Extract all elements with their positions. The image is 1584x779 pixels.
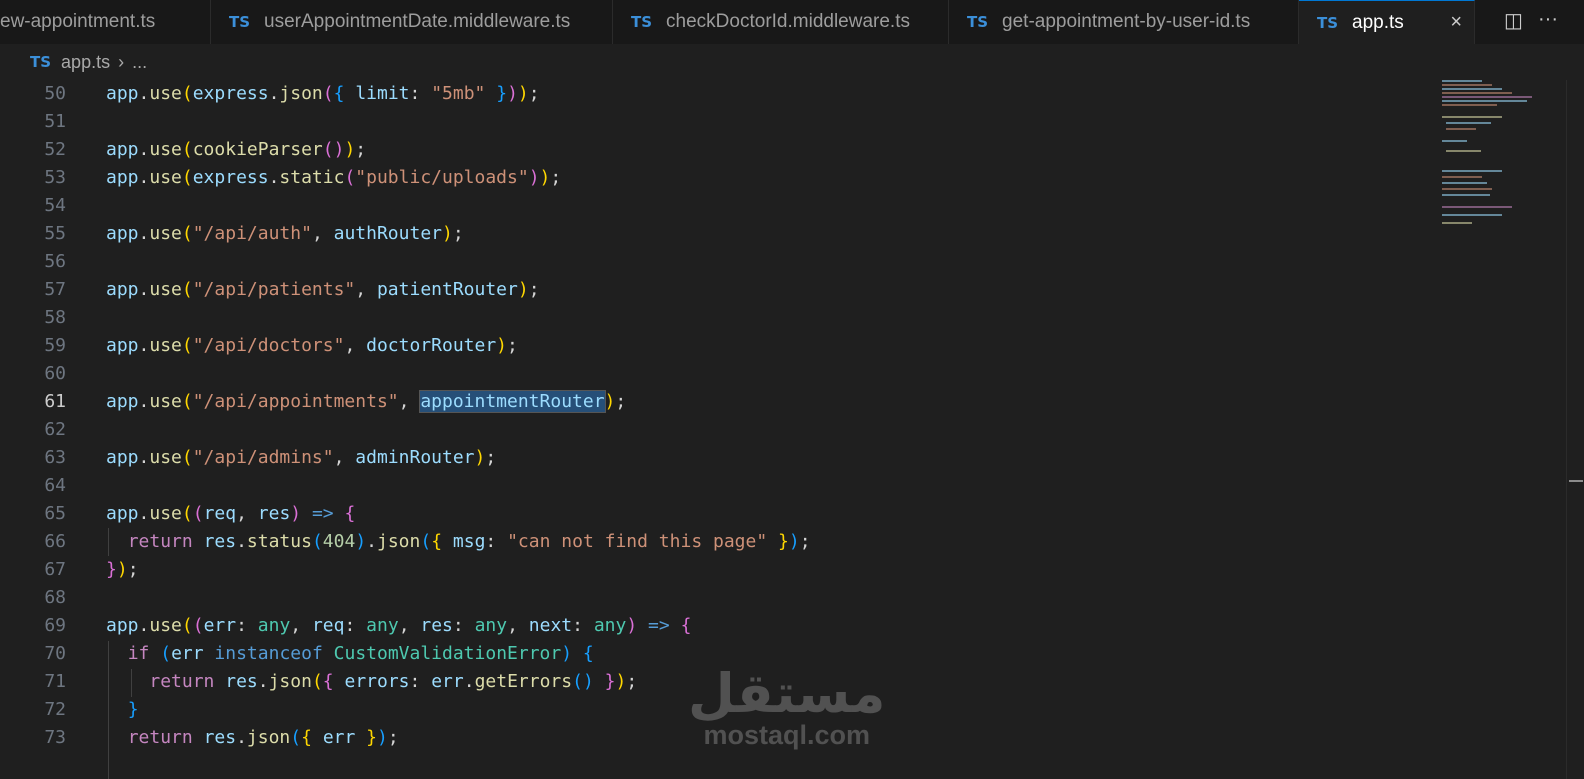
- minimap[interactable]: [1436, 80, 1546, 240]
- line-number: 64: [44, 475, 66, 496]
- typescript-file-icon: TS: [631, 13, 653, 31]
- code-text: app.use("/api/doctors", doctorRouter);: [106, 335, 518, 356]
- tab-app-ts[interactable]: TS app.ts ×: [1299, 0, 1475, 44]
- code-text: app.use("/api/admins", adminRouter);: [106, 447, 497, 468]
- tab-new-appointment[interactable]: ew-appointment.ts: [0, 0, 211, 44]
- code-text: app.use("/api/patients", patientRouter);: [106, 279, 540, 300]
- code-text: });: [106, 559, 139, 580]
- watermark-logo: مستقل mostaql.com: [688, 662, 886, 751]
- close-icon[interactable]: ×: [1450, 11, 1474, 34]
- code-line: 69 app.use((err: any, req: any, res: any…: [0, 612, 1440, 640]
- breadcrumb-file[interactable]: app.ts: [61, 52, 110, 73]
- code-line: 58: [0, 304, 1440, 332]
- vertical-scrollbar[interactable]: [1566, 80, 1584, 779]
- tab-label: userAppointmentDate.middleware.ts: [264, 11, 571, 32]
- code-line: 57 app.use("/api/patients", patientRoute…: [0, 276, 1440, 304]
- code-text: app.use("/api/appointments", appointment…: [106, 390, 627, 413]
- watermark-arabic: مستقل: [688, 662, 886, 725]
- line-number: 65: [44, 503, 66, 524]
- line-number: 67: [44, 559, 66, 580]
- line-number: 52: [44, 139, 66, 160]
- line-number: 55: [44, 223, 66, 244]
- typescript-file-icon: TS: [1317, 13, 1339, 32]
- line-number: 50: [44, 83, 66, 104]
- watermark-latin: mostaql.com: [703, 720, 871, 750]
- code-line: 66 return res.status(404).json({ msg: "c…: [0, 528, 1440, 556]
- split-editor-icon[interactable]: ◫: [1504, 8, 1523, 33]
- code-line: 55 app.use("/api/auth", authRouter);: [0, 220, 1440, 248]
- code-line: 52 app.use(cookieParser());: [0, 136, 1440, 164]
- code-line: 64: [0, 472, 1440, 500]
- code-text: return res.json({ errors: err.getErrors(…: [149, 671, 638, 692]
- code-line: 53 app.use(express.static("public/upload…: [0, 164, 1440, 192]
- typescript-file-icon: TS: [967, 13, 989, 31]
- selected-identifier: appointmentRouter: [419, 390, 606, 413]
- line-number: 71: [44, 671, 66, 692]
- line-number: 73: [44, 727, 66, 748]
- line-number: 57: [44, 279, 66, 300]
- code-line: 59 app.use("/api/doctors", doctorRouter)…: [0, 332, 1440, 360]
- line-number: 54: [44, 195, 66, 216]
- code-line: 63 app.use("/api/admins", adminRouter);: [0, 444, 1440, 472]
- breadcrumb-more[interactable]: ...: [132, 52, 147, 73]
- code-line: 56: [0, 248, 1440, 276]
- line-number: 61: [44, 391, 66, 412]
- line-number: 53: [44, 167, 66, 188]
- code-text: app.use(express.json({ limit: "5mb" }));: [106, 83, 540, 104]
- code-line: 60: [0, 360, 1440, 388]
- line-number: 69: [44, 615, 66, 636]
- code-text: app.use(cookieParser());: [106, 139, 367, 160]
- typescript-file-icon: TS: [30, 53, 52, 71]
- editor-tab-bar: ew-appointment.ts TS userAppointmentDate…: [0, 0, 1584, 45]
- line-number: 72: [44, 699, 66, 720]
- chevron-right-icon: ›: [118, 51, 125, 72]
- tab-check-doctor-id-middleware[interactable]: TS checkDoctorId.middleware.ts: [613, 0, 949, 44]
- code-line: 62: [0, 416, 1440, 444]
- code-text: app.use("/api/auth", authRouter);: [106, 223, 464, 244]
- tab-label: app.ts: [1352, 11, 1404, 33]
- code-line: 68: [0, 584, 1440, 612]
- code-text: return res.json({ err });: [127, 727, 399, 748]
- code-line: 51: [0, 108, 1440, 136]
- tab-user-appointment-date-middleware[interactable]: TS userAppointmentDate.middleware.ts: [211, 0, 613, 44]
- code-line: 50 app.use(express.json({ limit: "5mb" }…: [0, 80, 1440, 108]
- tab-label: ew-appointment.ts: [0, 11, 156, 32]
- breadcrumb: TS app.ts › ...: [0, 44, 1584, 80]
- more-actions-icon[interactable]: ···: [1538, 8, 1558, 31]
- line-number: 56: [44, 251, 66, 272]
- line-number: 51: [44, 111, 66, 132]
- line-number: 60: [44, 363, 66, 384]
- tab-label: get-appointment-by-user-id.ts: [1002, 11, 1251, 32]
- code-text: if (err instanceof CustomValidationError…: [127, 643, 594, 664]
- line-number: 66: [44, 531, 66, 552]
- scrollbar-marker: [1569, 480, 1583, 482]
- code-text: return res.status(404).json({ msg: "can …: [127, 531, 811, 552]
- code-text: app.use((req, res) => {: [106, 503, 356, 524]
- tab-get-appointment-by-user-id[interactable]: TS get-appointment-by-user-id.ts: [949, 0, 1299, 44]
- code-line: 54: [0, 192, 1440, 220]
- line-number: 70: [44, 643, 66, 664]
- line-number: 59: [44, 335, 66, 356]
- typescript-file-icon: TS: [229, 13, 251, 31]
- code-line: 67 });: [0, 556, 1440, 584]
- code-line: 65 app.use((req, res) => {: [0, 500, 1440, 528]
- code-text: }: [127, 699, 139, 720]
- code-text: app.use(express.static("public/uploads")…: [106, 167, 562, 188]
- line-number: 58: [44, 307, 66, 328]
- code-text: app.use((err: any, req: any, res: any, n…: [106, 615, 692, 636]
- tab-label: checkDoctorId.middleware.ts: [666, 11, 910, 32]
- line-number: 68: [44, 587, 66, 608]
- line-number: 62: [44, 419, 66, 440]
- code-line-current: 61 app.use("/api/appointments", appointm…: [0, 388, 1440, 416]
- line-number: 63: [44, 447, 66, 468]
